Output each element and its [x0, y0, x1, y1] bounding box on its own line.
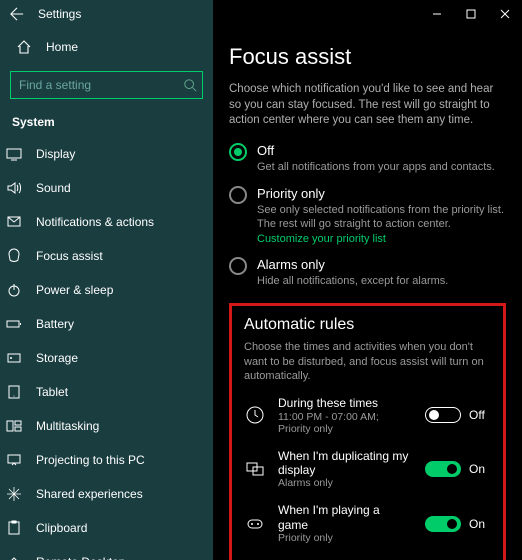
sidebar-item-power[interactable]: Power & sleep	[0, 273, 213, 307]
radio-icon	[229, 257, 247, 275]
sidebar-item-label: Battery	[36, 317, 74, 331]
rule-toggle[interactable]	[425, 516, 461, 532]
focus-assist-icon	[6, 248, 22, 264]
sidebar-item-battery[interactable]: Battery	[0, 307, 213, 341]
rule-sub: 11:00 PM - 07:00 AM; Priority only	[278, 411, 413, 435]
toggle-state: On	[469, 462, 491, 476]
rule-title: During these times	[278, 396, 413, 410]
sidebar-item-label: Storage	[36, 351, 78, 365]
toggle-state: Off	[469, 408, 491, 422]
sidebar-item-label: Notifications & actions	[36, 215, 154, 229]
back-arrow-icon[interactable]	[10, 6, 26, 22]
sidebar-item-storage[interactable]: Storage	[0, 341, 213, 375]
sidebar-item-multitasking[interactable]: Multitasking	[0, 409, 213, 443]
rule-playing-game[interactable]: When I'm playing a game Priority only On	[244, 503, 491, 544]
clipboard-icon	[6, 520, 22, 536]
rule-title: When I'm playing a game	[278, 503, 413, 532]
radio-off[interactable]: Off Get all notifications from your apps…	[229, 143, 506, 174]
sidebar-item-clipboard[interactable]: Clipboard	[0, 511, 213, 545]
power-icon	[6, 282, 22, 298]
customize-priority-link[interactable]: Customize your priority list	[257, 233, 506, 245]
sidebar-item-label: Display	[36, 147, 75, 161]
sidebar-item-label: Shared experiences	[36, 487, 143, 501]
sidebar-item-focus-assist[interactable]: Focus assist	[0, 239, 213, 273]
sound-icon	[6, 180, 22, 196]
radio-alarms[interactable]: Alarms only Hide all notifications, exce…	[229, 257, 506, 288]
radio-icon	[229, 143, 247, 161]
radio-sublabel: Hide all notifications, except for alarm…	[257, 274, 448, 288]
sidebar-home-label: Home	[46, 40, 78, 54]
rule-duplicating-display[interactable]: When I'm duplicating my display Alarms o…	[244, 449, 491, 490]
radio-icon	[229, 186, 247, 204]
notifications-icon	[6, 214, 22, 230]
sidebar-item-tablet[interactable]: Tablet	[0, 375, 213, 409]
sidebar-item-notifications[interactable]: Notifications & actions	[0, 205, 213, 239]
radio-label: Alarms only	[257, 257, 448, 272]
radio-label: Off	[257, 143, 495, 158]
sidebar-home[interactable]: Home	[10, 29, 203, 65]
remote-icon	[6, 554, 22, 560]
search-input[interactable]	[10, 71, 203, 99]
radio-priority[interactable]: Priority only See only selected notifica…	[229, 186, 506, 246]
sidebar-item-display[interactable]: Display	[0, 137, 213, 171]
sidebar-nav: Display Sound Notifications & actions Fo…	[0, 137, 213, 560]
projecting-icon	[6, 452, 22, 468]
display-icon	[6, 146, 22, 162]
main-content: Focus assist Choose which notification y…	[213, 0, 522, 560]
sidebar-item-label: Tablet	[36, 385, 68, 399]
sidebar-item-sound[interactable]: Sound	[0, 171, 213, 205]
focus-mode-radios: Off Get all notifications from your apps…	[229, 143, 506, 289]
page-title: Focus assist	[229, 44, 506, 70]
search-icon	[183, 78, 197, 92]
duplicate-display-icon	[244, 459, 266, 479]
rule-toggle[interactable]	[425, 461, 461, 477]
tablet-icon	[6, 384, 22, 400]
rule-sub: Alarms only	[278, 477, 413, 489]
radio-sublabel: Get all notifications from your apps and…	[257, 160, 495, 174]
sidebar-item-label: Focus assist	[36, 249, 103, 263]
close-button[interactable]	[488, 0, 522, 28]
sidebar-item-label: Clipboard	[36, 521, 87, 535]
rules-description: Choose the times and activities when you…	[244, 340, 491, 385]
rules-title: Automatic rules	[244, 316, 491, 334]
page-description: Choose which notification you'd like to …	[229, 82, 506, 129]
window-controls	[420, 0, 522, 28]
sidebar-item-projecting[interactable]: Projecting to this PC	[0, 443, 213, 477]
radio-sublabel: See only selected notifications from the…	[257, 203, 506, 232]
sidebar-item-label: Sound	[36, 181, 71, 195]
sidebar-item-label: Multitasking	[36, 419, 99, 433]
rule-sub: Priority only	[278, 532, 413, 544]
toggle-state: On	[469, 517, 491, 531]
storage-icon	[6, 350, 22, 366]
rule-title: When I'm duplicating my display	[278, 449, 413, 478]
sidebar-item-shared[interactable]: Shared experiences	[0, 477, 213, 511]
shared-icon	[6, 486, 22, 502]
settings-sidebar: Settings Home System Display Sound	[0, 0, 213, 560]
maximize-button[interactable]	[454, 0, 488, 28]
titlebar: Settings	[0, 0, 213, 29]
home-icon	[16, 39, 32, 55]
clock-icon	[244, 405, 266, 425]
rule-toggle[interactable]	[425, 407, 461, 423]
app-title: Settings	[38, 7, 81, 21]
battery-icon	[6, 316, 22, 332]
gamepad-icon	[244, 514, 266, 534]
sidebar-item-label: Projecting to this PC	[36, 453, 145, 467]
multitasking-icon	[6, 418, 22, 434]
radio-label: Priority only	[257, 186, 506, 201]
automatic-rules-section: Automatic rules Choose the times and act…	[229, 303, 506, 560]
sidebar-section-label: System	[10, 109, 203, 137]
minimize-button[interactable]	[420, 0, 454, 28]
sidebar-item-label: Remote Desktop	[36, 555, 125, 560]
sidebar-item-remote[interactable]: Remote Desktop	[0, 545, 213, 560]
sidebar-item-label: Power & sleep	[36, 283, 113, 297]
rule-during-times[interactable]: During these times 11:00 PM - 07:00 AM; …	[244, 396, 491, 434]
